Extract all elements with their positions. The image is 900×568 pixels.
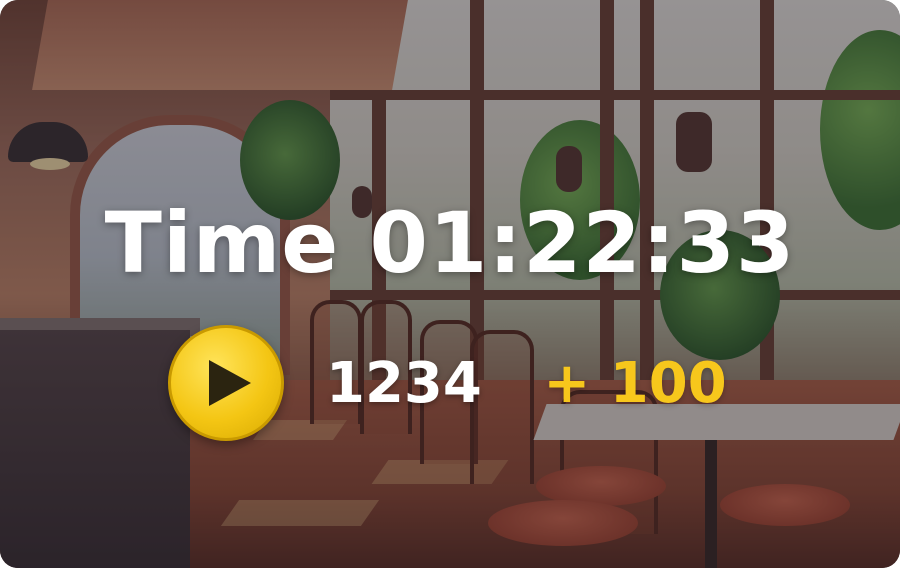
bonus-value: + 100 [543, 350, 727, 416]
timer-label: Time [104, 194, 340, 292]
timer-display: Time 01:22:33 [0, 188, 900, 298]
controls-row: 1234 + 100 [168, 322, 727, 444]
play-icon [209, 360, 251, 406]
score-value: 1234 [326, 350, 482, 416]
score-spacer [524, 351, 544, 416]
timer-value: 01:22:33 [369, 194, 796, 292]
game-screen: Time 01:22:33 1234 + 100 [0, 0, 900, 568]
timer-spacer [339, 194, 369, 292]
play-button[interactable] [168, 325, 284, 441]
